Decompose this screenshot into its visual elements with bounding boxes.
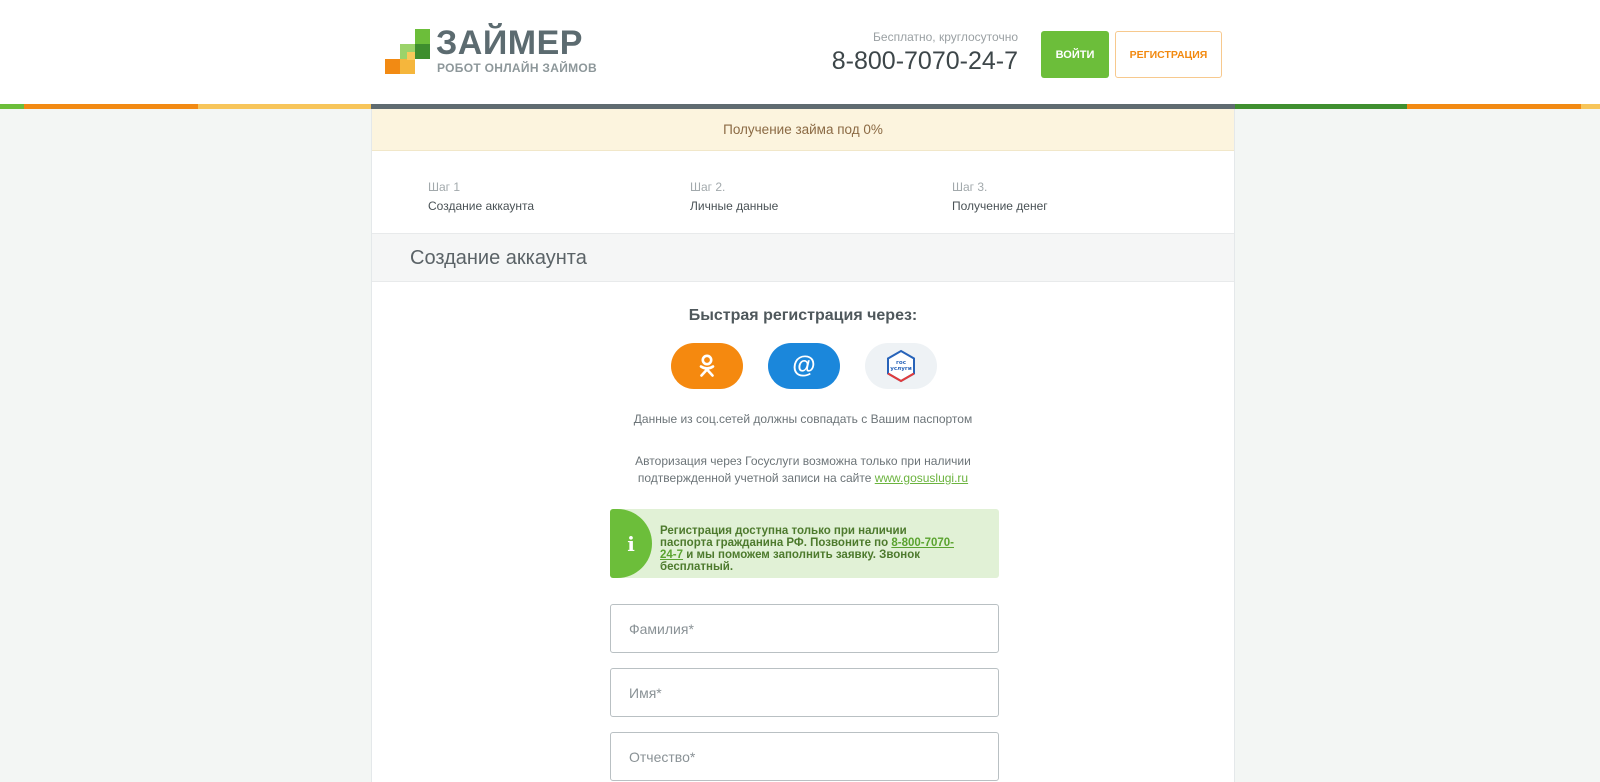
register-button[interactable]: РЕГИСТРАЦИЯ [1115,31,1222,78]
gosuslugi-icon: гос услуги [887,349,915,383]
info-icon: i [610,509,652,578]
ok-icon [699,354,715,377]
gosuslugi-note: Авторизация через Госуслуги возможна тол… [612,453,994,487]
step-1-title: Создание аккаунта [428,199,535,213]
info-text: Регистрация доступна только при наличии … [660,525,960,573]
step-3-title: Получение денег [952,199,1048,213]
logo[interactable]: ЗАЙМЕР РОБОТ ОНЛАЙН ЗАЙМОВ [384,24,604,78]
section-header: Создание аккаунта [372,233,1234,282]
logo-title: ЗАЙМЕР [436,24,583,62]
site-header: ЗАЙМЕР РОБОТ ОНЛАЙН ЗАЙМОВ Бесплатно, кр… [0,0,1600,104]
info-text-after: и мы поможем заполнить заявку. Звонок бе… [660,549,921,573]
step-2-title: Личные данные [690,199,779,213]
step-3-label: Шаг 3. [952,180,988,194]
gosuslugi-link[interactable]: www.gosuslugi.ru [875,471,968,485]
step-2-label: Шаг 2. [690,180,726,194]
middle-name-input[interactable] [610,732,999,781]
info-box: i Регистрация доступна только при наличи… [610,509,999,578]
at-icon: @ [792,352,816,379]
promo-banner: Получение займа под 0% [372,109,1234,151]
gosuslugi-login-button[interactable]: гос услуги [865,343,937,389]
logo-subtitle: РОБОТ ОНЛАЙН ЗАЙМОВ [437,61,598,75]
first-name-input[interactable] [610,668,999,717]
section-title: Создание аккаунта [410,247,587,269]
step-1-label: Шаг 1 [428,180,461,194]
mail-login-button[interactable]: @ [768,343,840,389]
quick-registration-title: Быстрая регистрация через: [688,307,918,324]
support-hours: Бесплатно, круглосуточно [873,30,1018,44]
header-stripe [0,104,24,109]
login-button[interactable]: ВОЙТИ [1041,31,1109,78]
header-stripe [198,104,371,109]
logo-mark-icon [385,29,430,74]
header-phone[interactable]: 8-800-7070-24-7 [790,46,1018,76]
odnoklassniki-login-button[interactable] [671,343,743,389]
gosuslugi-badge-text: услуги [890,366,912,372]
info-text-before: Регистрация доступна только при наличии … [660,525,907,549]
header-stripe [1581,104,1600,109]
header-stripe [1407,104,1581,109]
header-stripe [24,104,198,109]
header-stripe [1235,104,1407,109]
last-name-input[interactable] [610,604,999,653]
passport-match-note: Данные из соц.сетей должны совпадать с В… [633,412,973,426]
registration-panel: Получение займа под 0% Шаг 1 Создание ак… [371,109,1235,782]
